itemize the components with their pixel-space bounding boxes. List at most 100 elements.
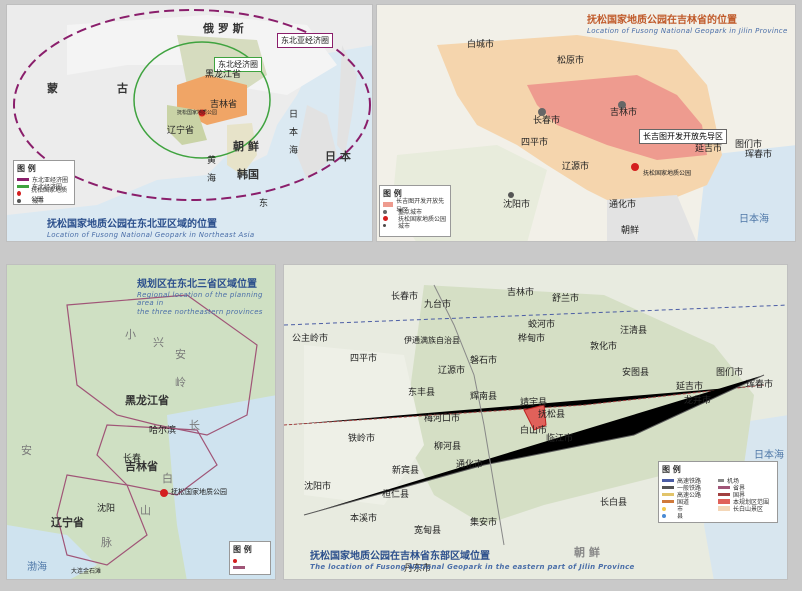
- legend-panel1: 图 例 东北亚经济圈 东北经济圈 抚松国家地质公园 城市: [13, 160, 75, 205]
- label-japan-sea-1: 日: [289, 110, 299, 120]
- label-korea: 朝鲜: [621, 226, 640, 236]
- label-yanji: 延吉市: [695, 144, 723, 154]
- label-changbai: 长白县: [600, 498, 628, 508]
- caption-title: 规划区在东北三省区域位置: [137, 279, 257, 290]
- legend-item: 县: [677, 513, 684, 520]
- caption-panel2: 抚松国家地质公园在吉林省的位置 Location of Fusong Natio…: [587, 15, 788, 35]
- label-an: 安: [175, 348, 186, 361]
- map-panel-eastern-jilin: 长春市 吉林市 四平市 辽源市 梅河口市 通化市 白山市 延吉市 敦化市 安图县…: [283, 264, 788, 580]
- legend-item: 城市: [398, 223, 411, 230]
- label-jiaohe: 蛟河市: [528, 320, 556, 330]
- label-meihekou: 梅河口市: [424, 414, 461, 424]
- label-east-sea: 东: [259, 199, 269, 209]
- label-japan-sea: 日本海: [739, 214, 769, 225]
- label-shenyang: 沈阳市: [304, 482, 332, 492]
- label-yellow-sea-2: 海: [207, 174, 217, 184]
- label-fusong-park: 抚松国家地质公园: [643, 170, 692, 177]
- legend-title: 图 例: [662, 465, 681, 474]
- label-harbin: 哈尔滨: [149, 426, 177, 436]
- label-liaoyuan: 辽源市: [562, 162, 590, 172]
- caption-panel4: 抚松国家地质公园在吉林省东部区域位置 The location of Fuson…: [310, 551, 635, 571]
- label-longjing: 龙井市: [684, 396, 712, 406]
- map-panel-three-provinces: 规划区在东北三省区域位置 Regional location of the pl…: [6, 264, 276, 580]
- caption-panel3: 规划区在东北三省区域位置 Regional location of the pl…: [137, 279, 275, 316]
- label-heilongjiang: 黑龙江省: [205, 70, 242, 80]
- caption-subtitle: The location of Fusong National Geopark …: [310, 563, 635, 571]
- label-tonghua: 通化市: [456, 460, 484, 470]
- label-linjiang: 临江市: [546, 434, 574, 444]
- label-tieling: 铁岭市: [348, 434, 376, 444]
- label-hunchun: 珲春市: [745, 150, 773, 160]
- label-xinbin: 新宾县: [392, 466, 420, 476]
- label-japan: 日 本: [325, 150, 351, 163]
- legend-title: 图 例: [233, 545, 252, 554]
- map-panel-jilin-province: 长吉图开发开放先导区 白城市 松原市 长春市 吉林市 四平市 辽源市 沈阳市 通…: [376, 4, 796, 242]
- label-jilin: 吉林省: [210, 100, 238, 110]
- legend-panel2: 图 例 长吉图开发开放先导区 重点城市 抚松国家地质公园 城市: [379, 185, 451, 237]
- northeast-asia-circle-tag: 东北亚经济圈: [277, 33, 333, 48]
- label-fusong-park: 抚松国家地质公园: [177, 110, 218, 116]
- label-panshi: 磐石市: [470, 356, 498, 366]
- label-yanji: 延吉市: [676, 382, 704, 392]
- caption-title: 抚松国家地质公园在吉林省东部区域位置: [310, 551, 490, 562]
- label-north-korea: 朝 鲜: [233, 140, 259, 153]
- label-dunhua: 敦化市: [590, 342, 618, 352]
- label-jilin-city: 吉林市: [610, 108, 638, 118]
- label-antu: 安图县: [622, 368, 650, 378]
- label-mongolia: 蒙: [47, 82, 58, 95]
- label-tonghua: 通化市: [609, 200, 637, 210]
- legend-title: 图 例: [17, 164, 36, 173]
- label-huanren: 桓仁县: [382, 490, 410, 500]
- label-fusong: 抚松县: [538, 410, 566, 420]
- label-an-2: 安: [21, 444, 32, 457]
- label-japan-sea-2: 本: [289, 128, 299, 138]
- label-heilongjiang: 黑龙江省: [125, 394, 169, 407]
- label-baicheng: 白城市: [467, 40, 495, 50]
- label-russia: 俄 罗 斯: [203, 22, 244, 35]
- map-panel-northeast-asia: 东北亚经济圈 东北经济圈 俄 罗 斯 蒙 古 黑龙江省 吉林省 辽宁省 抚松国家…: [6, 4, 373, 242]
- eastern-jilin-map-graphic: [284, 265, 787, 579]
- label-jingyu: 靖宇县: [520, 398, 548, 408]
- legend-item: 城市: [32, 198, 45, 205]
- label-huadian: 桦甸市: [518, 334, 546, 344]
- label-siping: 四平市: [350, 354, 378, 364]
- label-siping: 四平市: [521, 138, 549, 148]
- caption-subtitle-1: Regional location of the planning area i…: [137, 291, 263, 308]
- label-changchun: 长春市: [391, 292, 419, 302]
- label-baishan: 白山市: [520, 426, 548, 436]
- label-bohai: 渤海: [27, 562, 47, 573]
- label-changchun: 长春市: [533, 116, 561, 126]
- label-liaoning: 辽宁省: [167, 126, 195, 136]
- label-tumen: 图们市: [716, 368, 744, 378]
- label-songyuan: 松原市: [557, 56, 585, 66]
- label-kuandian: 宽甸县: [414, 526, 442, 536]
- legend-panel3: 图 例: [229, 541, 271, 575]
- label-tumen: 图们市: [735, 140, 763, 150]
- legend-item: 长白山景区: [733, 506, 764, 513]
- label-xiao: 小: [125, 328, 136, 341]
- label-shenyang: 沈阳市: [503, 200, 531, 210]
- label-hunchun: 珲春市: [746, 380, 774, 390]
- label-yitong: 伊通满族自治县: [404, 336, 460, 345]
- caption-subtitle: Location of Fusong National Geopark in N…: [47, 231, 255, 239]
- label-liaoning: 辽宁省: [51, 516, 84, 529]
- label-ji-an: 集安市: [470, 518, 498, 528]
- label-gongzhuling: 公主岭市: [292, 334, 329, 344]
- label-xing: 兴: [153, 336, 164, 349]
- label-mongolia-2: 古: [117, 82, 128, 95]
- label-huinan: 辉南县: [470, 392, 498, 402]
- label-wangqing: 汪清县: [620, 326, 648, 336]
- label-yellow-sea-1: 黄: [207, 156, 217, 166]
- label-japan-sea-3: 海: [289, 146, 299, 156]
- label-shulan: 舒兰市: [552, 294, 580, 304]
- label-south-korea: 韩国: [237, 168, 259, 181]
- label-mai: 脉: [101, 536, 112, 549]
- label-ling: 岭: [175, 376, 186, 389]
- label-liuhe: 柳河县: [434, 442, 462, 452]
- label-chang: 长: [189, 419, 200, 432]
- label-shan: 山: [140, 504, 151, 517]
- caption-title: 抚松国家地质公园在吉林省的位置: [587, 15, 737, 26]
- label-japan-sea: 日本海: [754, 450, 784, 461]
- label-jilin: 吉林市: [507, 288, 535, 298]
- legend-panel4: 图 例 高速铁路 一般铁路 高速公路 国道 市 县 机场 省界 国界 本规划区范…: [658, 461, 778, 523]
